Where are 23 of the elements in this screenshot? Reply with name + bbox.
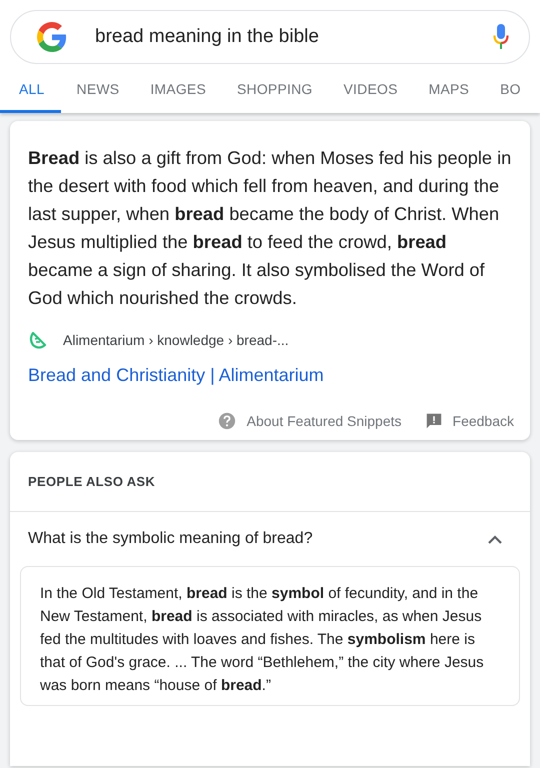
result-link[interactable]: Bread and Christianity | Alimentarium <box>28 365 512 386</box>
tab[interactable]: NEWS <box>62 70 134 113</box>
help-icon <box>218 412 236 430</box>
section-heading: PEOPLE ALSO ASK <box>10 452 530 512</box>
answer-text: In the Old Testament, bread is the symbol of fecundity, and in the New Testament, bread is associated with miracles, as when Jesus fed the multitudes with loaves and fishes. The symbolism here is that of God's grace. ... The word “Bethlehem,” the city where Jesus was born means “house of bread.” <box>40 584 485 696</box>
google-g-icon <box>37 22 67 52</box>
tab[interactable]: VIDEOS <box>328 70 413 113</box>
tab[interactable]: IMAGES <box>135 70 221 113</box>
snippet-text: Bread is also a gift from God: when Moses fed his people in the desert with food which fell from heaven, and during the last supper, when bread became the body of Christ. When Jesus multiplied the bread to feed the crowd, bread became a sign of sharing. It also symbolised the Word of God which nourished the crowds. <box>27 147 512 310</box>
chevron-up-icon <box>488 534 502 544</box>
feedback-icon <box>426 413 442 429</box>
tab[interactable]: BO <box>485 70 521 113</box>
tab[interactable]: ALL <box>0 70 61 113</box>
about-snippets-button[interactable]: About Featured Snippets <box>218 412 402 430</box>
microphone-icon[interactable] <box>493 24 509 50</box>
question-row[interactable]: What is the symbolic meaning of bread? <box>10 512 530 566</box>
source-breadcrumb: Alimentarium › knowledge › bread-... <box>63 332 289 348</box>
search-field[interactable]: bread meaning in the bible <box>10 10 530 64</box>
tab[interactable]: MAPS <box>414 70 484 113</box>
tab[interactable]: SHOPPING <box>222 70 328 113</box>
feedback-button[interactable]: Feedback <box>426 412 514 430</box>
search-input[interactable]: bread meaning in the bible <box>95 26 493 48</box>
lime-slice-icon <box>28 330 48 350</box>
